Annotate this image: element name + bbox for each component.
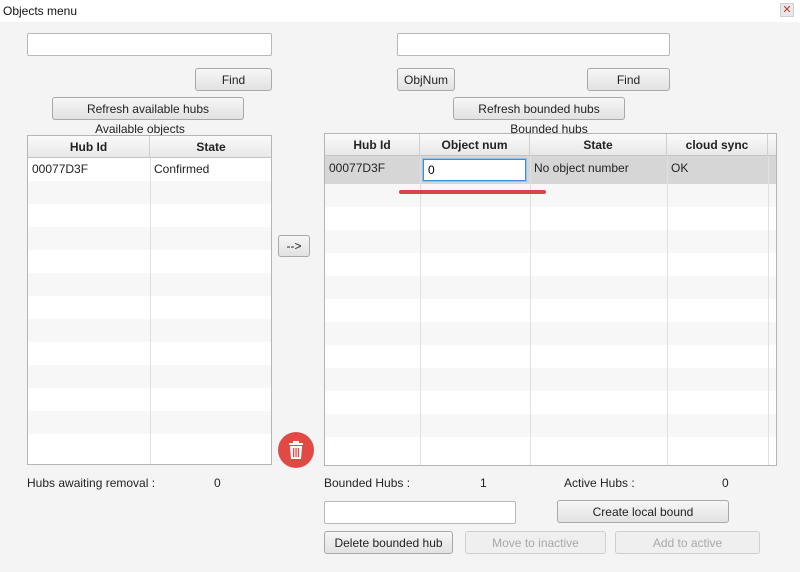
- column-header-object-num[interactable]: Object num: [420, 134, 530, 156]
- bounded-hubs-count-label: Bounded Hubs :: [324, 476, 411, 490]
- available-objects-label: Available objects: [95, 122, 185, 136]
- window-title: Objects menu: [3, 4, 78, 18]
- active-hubs-label: Active Hubs :: [564, 476, 635, 490]
- column-divider: [150, 158, 151, 464]
- delete-bounded-hub-button[interactable]: Delete bounded hub: [324, 531, 453, 554]
- bounded-search-input[interactable]: [397, 33, 670, 56]
- bounded-find-button[interactable]: Find: [587, 68, 670, 91]
- cell-hub-id: 00077D3F: [32, 162, 89, 176]
- column-divider: [667, 156, 668, 465]
- local-bound-input[interactable]: [324, 501, 516, 524]
- empty-row: [325, 391, 776, 414]
- bounded-table-header: Hub Id Object num State cloud sync: [325, 134, 776, 156]
- cell-state: Confirmed: [154, 162, 210, 176]
- column-header-state[interactable]: State: [530, 134, 667, 156]
- available-table-header: Hub Id State: [28, 136, 271, 158]
- hubs-awaiting-removal-label: Hubs awaiting removal :: [27, 476, 156, 490]
- column-divider: [768, 156, 769, 465]
- empty-row: [325, 322, 776, 345]
- move-to-inactive-button[interactable]: Move to inactive: [465, 531, 606, 554]
- empty-row: [325, 414, 776, 437]
- column-divider: [420, 156, 421, 465]
- cell-hub-id: 00077D3F: [329, 161, 386, 175]
- bounded-hubs-count-value: 1: [480, 476, 487, 490]
- available-search-input[interactable]: [27, 33, 272, 56]
- active-hubs-value: 0: [722, 476, 729, 490]
- empty-row: [325, 437, 776, 460]
- refresh-bounded-hubs-button[interactable]: Refresh bounded hubs: [453, 97, 625, 120]
- refresh-available-hubs-button[interactable]: Refresh available hubs: [52, 97, 244, 120]
- highlight-underline: [399, 190, 546, 194]
- empty-row: [325, 345, 776, 368]
- empty-row: [325, 184, 776, 207]
- available-objects-table: Hub Id State 00077D3F Confirmed: [27, 135, 272, 465]
- objnum-button[interactable]: ObjNum: [397, 68, 455, 91]
- empty-row: [325, 253, 776, 276]
- empty-row: [325, 276, 776, 299]
- add-to-active-button[interactable]: Add to active: [615, 531, 760, 554]
- empty-row: [325, 299, 776, 322]
- object-num-edit-input[interactable]: [423, 159, 526, 181]
- close-button[interactable]: ✕: [780, 3, 794, 17]
- title-bar: Objects menu ✕: [0, 0, 800, 22]
- cell-state: No object number: [534, 161, 629, 175]
- available-find-button[interactable]: Find: [195, 68, 272, 91]
- column-header-cloud-sync[interactable]: cloud sync: [667, 134, 768, 156]
- empty-row: [325, 207, 776, 230]
- create-local-bound-button[interactable]: Create local bound: [557, 500, 729, 523]
- hubs-awaiting-removal-value: 0: [214, 476, 221, 490]
- column-header-hub-id[interactable]: Hub Id: [325, 134, 420, 156]
- cell-cloud-sync: OK: [671, 161, 689, 175]
- column-divider: [530, 156, 531, 465]
- column-header-hub-id[interactable]: Hub Id: [28, 136, 150, 158]
- table-row-selected[interactable]: 00077D3F No object number OK: [325, 156, 776, 184]
- empty-row: [325, 230, 776, 253]
- bounded-hubs-table: Hub Id Object num State cloud sync 00077…: [324, 133, 777, 466]
- empty-row: [325, 368, 776, 391]
- trash-icon: [289, 441, 303, 459]
- column-header-state[interactable]: State: [150, 136, 271, 158]
- transfer-arrow-button[interactable]: -->: [278, 235, 310, 257]
- delete-trash-button[interactable]: [278, 432, 314, 468]
